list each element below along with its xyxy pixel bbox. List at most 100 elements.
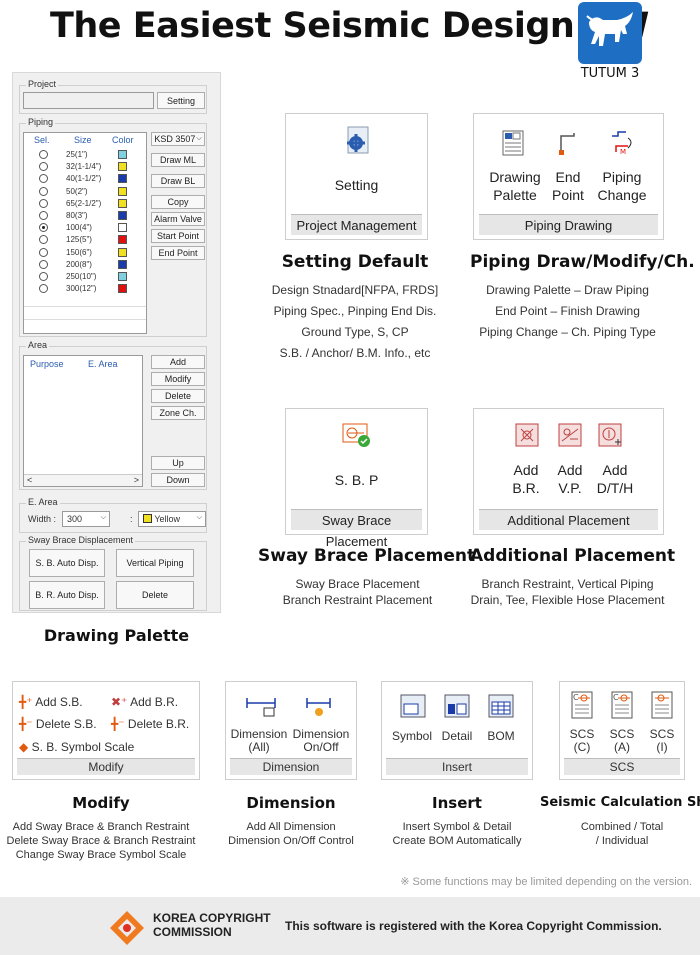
piping-radio[interactable] [39,150,48,159]
piping-color-swatch[interactable] [118,223,127,233]
color-header: Color [112,135,134,145]
piping-radio[interactable] [39,174,48,184]
piping-radio[interactable] [39,223,48,233]
scs-i-icon[interactable] [650,690,674,720]
piping-color-swatch[interactable] [118,186,127,196]
scs-a-label[interactable]: SCS (A) [602,728,642,754]
piping-row[interactable]: 250(10") [24,271,148,283]
add-vp-label[interactable]: Add V.P. [546,461,594,497]
kcc-name-line: COMMISSION [153,925,232,939]
area-up-button[interactable]: Up [151,456,205,470]
piping-radio[interactable] [39,284,48,294]
piping-radio[interactable] [39,235,48,245]
copy-button[interactable]: Copy [151,195,205,209]
area-scrollbar[interactable]: < > [24,474,142,486]
add-dth-label[interactable]: Add D/T/H [588,461,642,497]
bom-icon[interactable] [488,694,514,720]
piping-color-swatch[interactable] [118,284,127,294]
end-point-button[interactable]: End Point [151,246,205,260]
area-list[interactable]: Purpose E. Area < > [23,355,143,487]
piping-row[interactable]: 150(6") [24,247,148,259]
start-point-button[interactable]: Start Point [151,229,205,243]
color-select[interactable]: Yellow ⌵ [138,511,206,527]
scs-c-icon[interactable]: C [570,690,594,720]
piping-color-swatch[interactable] [118,174,127,184]
add-br-icon[interactable] [515,423,539,447]
symbol-icon[interactable] [400,694,426,720]
drawing-palette-label[interactable]: Drawing Palette [482,168,548,204]
piping-row[interactable]: 65(2-1/2") [24,198,148,210]
dimension-onoff-icon[interactable] [304,694,334,718]
piping-row[interactable]: 32(1-1/4") [24,161,148,173]
piping-list[interactable]: Sel. Size Color 25(1") 32(1-1/4") 40(1-1/2… [23,132,147,334]
br-auto-disp-button[interactable]: B. R. Auto Disp. [29,581,105,609]
project-setting-button[interactable]: Setting [157,92,205,109]
piping-color-swatch[interactable] [118,162,127,172]
piping-radio[interactable] [39,247,48,257]
piping-radio[interactable] [39,211,48,220]
piping-radio[interactable] [39,272,48,281]
symbol-scale-item[interactable]: ◆ S. B. Symbol Scale [19,741,134,754]
zone-change-button[interactable]: Zone Ch. [151,406,205,420]
piping-row[interactable]: 40(1-1/2") [24,173,148,185]
add-sb-item[interactable]: ╋⁺ Add S.B. [19,696,83,709]
piping-change-icon[interactable]: M [608,128,636,156]
detail-label[interactable]: Detail [434,730,480,743]
vertical-piping-button[interactable]: Vertical Piping [116,549,194,577]
area-delete-button[interactable]: Delete [151,389,205,403]
delete-sb-item[interactable]: ╋⁻ Delete S.B. [19,718,97,731]
piping-standard-select[interactable]: KSD 3507 ⌵ [151,132,205,146]
scroll-right-icon[interactable]: > [134,475,139,485]
sbp-card[interactable]: S. B. P Sway Brace Placement [285,408,428,549]
sway-delete-button[interactable]: Delete [116,581,194,609]
piping-color-swatch[interactable] [118,150,127,159]
piping-radio[interactable] [39,198,48,208]
setting-card[interactable]: Setting Project Management [285,113,428,240]
piping-radio[interactable] [39,186,48,196]
piping-row[interactable]: 80(3") [24,210,148,222]
piping-color-swatch[interactable] [118,211,127,220]
alarm-valve-button[interactable]: Alarm Valve [151,212,205,226]
project-name-field[interactable] [23,92,154,109]
piping-radio[interactable] [39,162,48,172]
end-point-icon[interactable] [556,130,578,156]
delete-br-item[interactable]: ╋⁻ Delete B.R. [111,718,189,731]
piping-color-swatch[interactable] [118,272,127,281]
piping-color-swatch[interactable] [118,259,127,269]
detail-icon[interactable] [444,694,470,720]
piping-color-swatch[interactable] [118,235,127,245]
end-point-label[interactable]: End Point [544,168,592,204]
scs-a-icon[interactable]: C [610,690,634,720]
add-dth-icon[interactable] [598,423,622,447]
symbol-label[interactable]: Symbol [388,730,436,743]
piping-row[interactable]: 300(12") [24,283,148,295]
scs-c-label[interactable]: SCS (C) [562,728,602,754]
piping-row[interactable]: 125(5") [24,234,148,246]
piping-color-swatch[interactable] [118,247,127,257]
piping-row[interactable]: 25(1") [24,149,148,161]
piping-row[interactable]: 200(8") [24,259,148,271]
add-br-item[interactable]: ✖⁺ Add B.R. [111,696,178,709]
piping-radio[interactable] [39,259,48,269]
draw-bl-button[interactable]: Draw BL [151,174,205,188]
add-vp-icon[interactable] [558,423,582,447]
width-select[interactable]: 300 ⌵ [62,511,110,527]
dimension-onoff-label[interactable]: Dimension On/Off [290,728,352,754]
drawing-palette-icon[interactable] [502,130,524,156]
draw-ml-button[interactable]: Draw ML [151,153,205,167]
sb-auto-disp-button[interactable]: S. B. Auto Disp. [29,549,105,577]
piping-change-label[interactable]: Piping Change [590,168,654,204]
area-add-button[interactable]: Add [151,355,205,369]
scroll-left-icon[interactable]: < [27,475,32,485]
dimension-all-label[interactable]: Dimension (All) [228,728,290,754]
piping-row[interactable]: 50(2") [24,186,148,198]
dimension-all-icon[interactable] [244,694,278,718]
add-br-label[interactable]: Add B.R. [502,461,550,497]
scs-i-label[interactable]: SCS (I) [642,728,682,754]
area-down-button[interactable]: Down [151,473,205,487]
standard-select-value: KSD 3507 [154,134,196,144]
area-modify-button[interactable]: Modify [151,372,205,386]
piping-row[interactable]: 100(4") [24,222,148,234]
piping-color-swatch[interactable] [118,198,127,208]
bom-label[interactable]: BOM [478,730,524,743]
